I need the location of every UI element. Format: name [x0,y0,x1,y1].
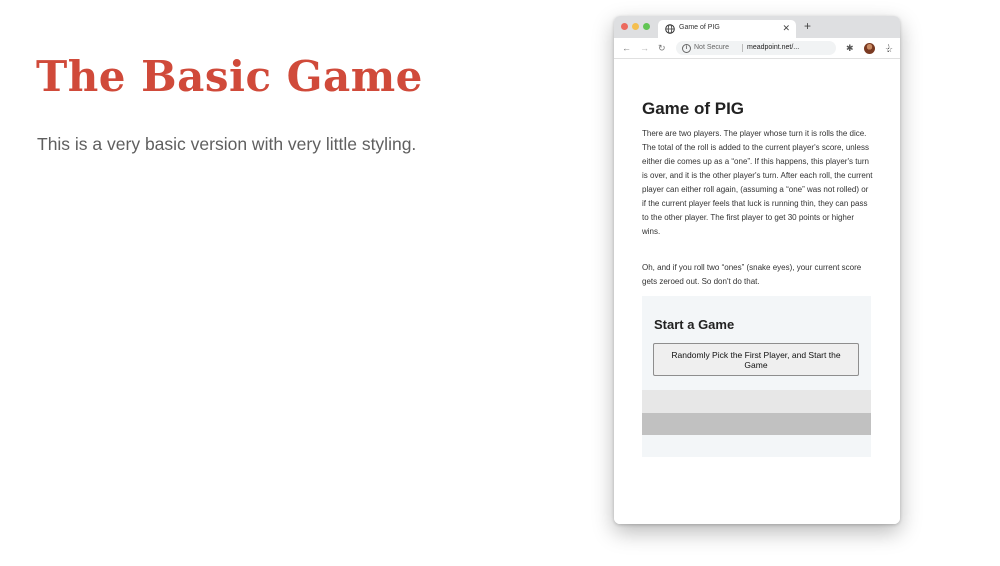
player-area-dark [642,413,871,435]
forward-arrow-icon[interactable]: → [640,42,649,54]
profile-avatar[interactable] [864,43,875,54]
player-area-light [642,390,871,413]
security-label: Not Secure [694,44,730,51]
maximize-window-button[interactable] [643,23,650,30]
tab-title: Game of PIG [679,24,720,31]
reload-icon[interactable]: ↻ [658,42,666,54]
url-text: meadpoint.net/... [747,44,800,51]
browser-tab[interactable]: Game of PIG ✕ [658,20,796,38]
start-game-panel: Start a Game Randomly Pick the First Pla… [642,296,871,457]
info-icon[interactable]: i [682,44,691,53]
close-tab-icon[interactable]: ✕ [782,23,790,33]
tab-bar: Game of PIG ✕ + [614,16,900,38]
slide-title: The Basic Game [36,52,423,101]
minimize-window-button[interactable] [632,23,639,30]
address-divider [742,44,743,52]
slide-subtitle: This is a very basic version with very l… [37,134,417,154]
page-title: Game of PIG [642,99,745,118]
kebab-menu-icon[interactable]: ⋮ [884,42,893,54]
start-game-button[interactable]: Randomly Pick the First Player, and Star… [653,343,859,376]
new-tab-icon[interactable]: + [804,19,811,33]
extensions-puzzle-icon[interactable]: ✱ [846,42,854,54]
close-window-button[interactable] [621,23,628,30]
back-arrow-icon[interactable]: ← [622,42,631,54]
globe-icon [665,24,675,34]
page-content: Game of PIG There are two players. The p… [614,59,900,524]
browser-window: Game of PIG ✕ + ← → ↻ i Not Secure meadp… [614,16,900,524]
snake-eyes-paragraph: Oh, and if you roll two “ones” (snake ey… [642,263,862,286]
start-game-heading: Start a Game [654,317,735,332]
rules-paragraph: There are two players. The player whose … [642,129,873,236]
address-bar[interactable]: i Not Secure meadpoint.net/... ☆ [676,41,893,55]
browser-toolbar: ← → ↻ i Not Secure meadpoint.net/... ☆ ✱… [614,38,900,59]
